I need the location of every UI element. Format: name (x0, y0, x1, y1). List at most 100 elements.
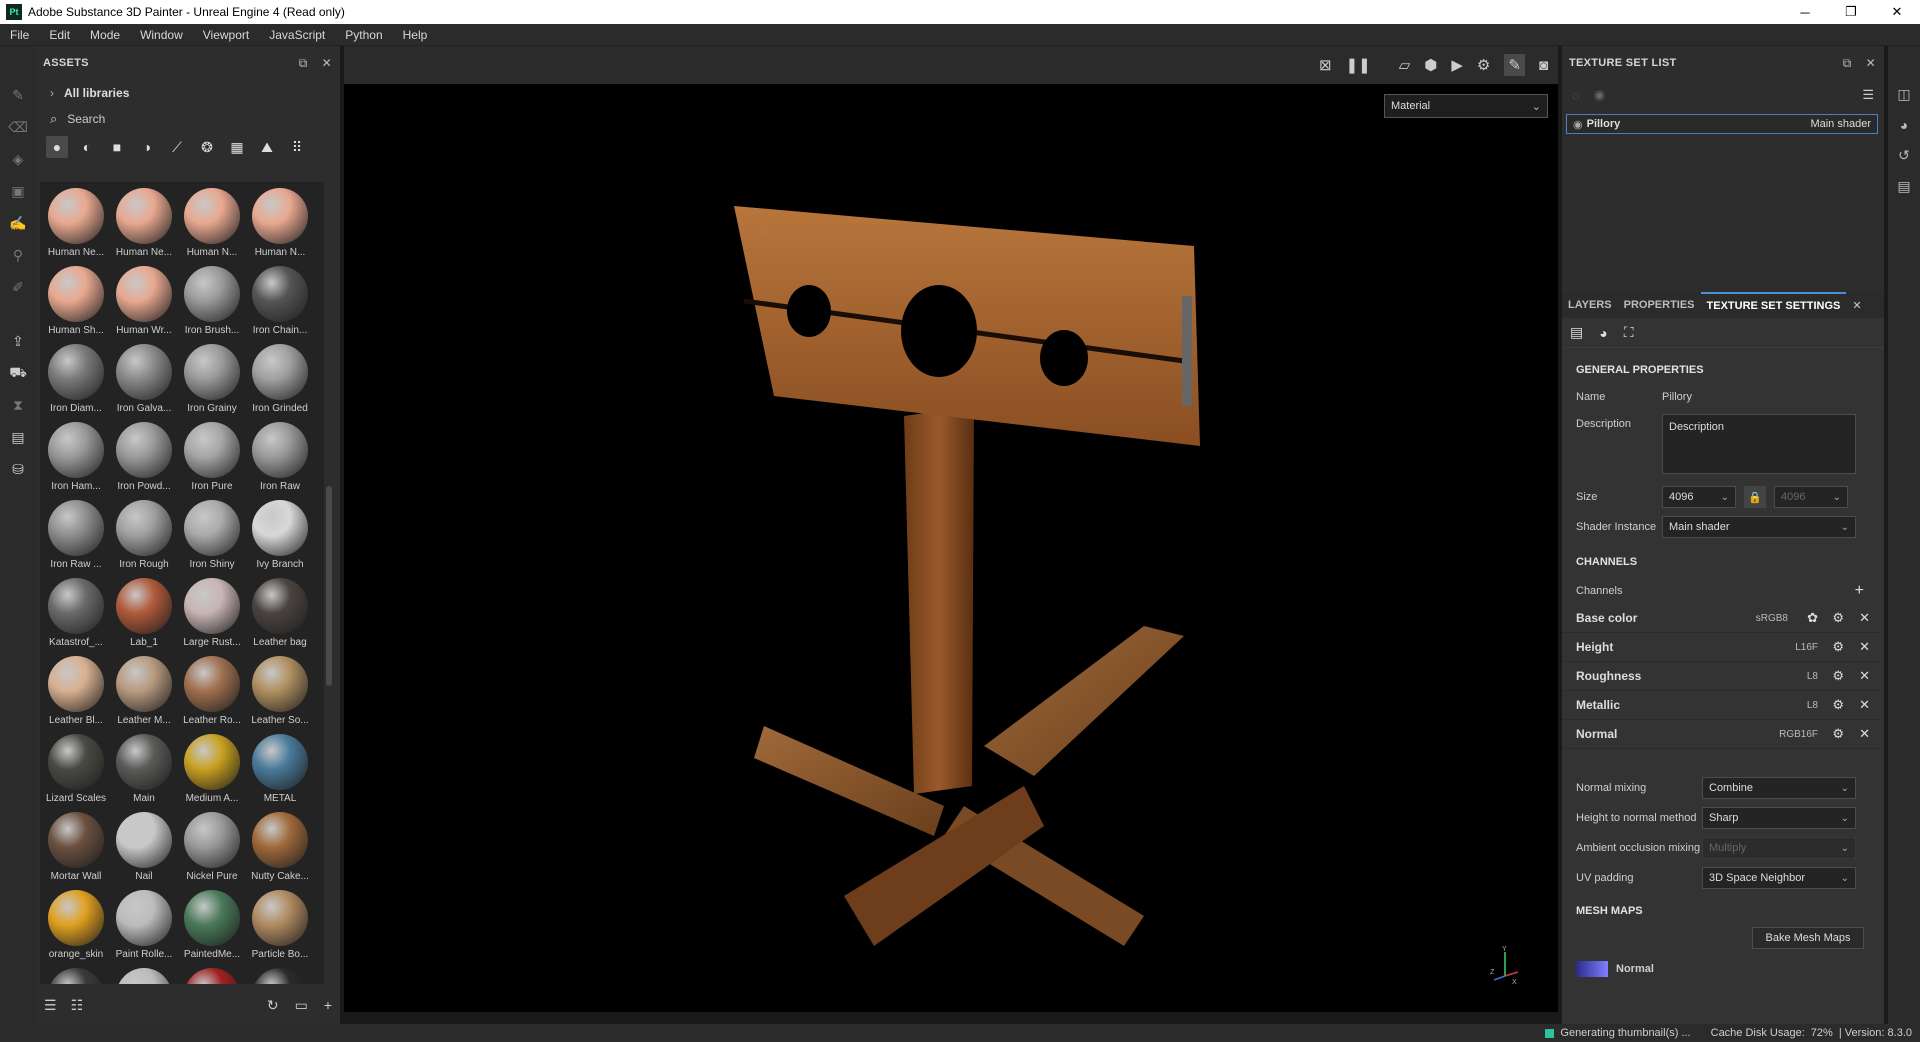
smart-masks-filter-icon[interactable]: ◑ (136, 136, 158, 158)
close-window-button[interactable]: ✕ (1874, 0, 1920, 24)
import-icon[interactable]: ⇪ (8, 332, 28, 350)
undock-icon[interactable]: ⧉ (1843, 56, 1852, 71)
menu-help[interactable]: Help (393, 28, 438, 42)
asset-tile[interactable]: Iron Diam... (42, 342, 110, 420)
channel-format[interactable]: RGB16F (1779, 729, 1818, 740)
materials-filter-icon[interactable]: ● (46, 136, 68, 158)
asset-tile[interactable]: Iron Rough (110, 498, 178, 576)
log-icon[interactable]: ▤ (1897, 178, 1910, 195)
remove-channel-icon[interactable]: ✕ (1859, 697, 1870, 713)
menu-window[interactable]: Window (130, 28, 193, 42)
shader-instance-select[interactable]: Main shader ⌄ (1662, 516, 1856, 538)
asset-tile[interactable]: Human Ne... (110, 186, 178, 264)
menu-viewport[interactable]: Viewport (193, 28, 259, 42)
asset-tile[interactable]: Mortar Wall (42, 810, 110, 888)
refresh-icon[interactable]: ↻ (267, 997, 279, 1014)
asset-tile[interactable]: Iron Galva... (110, 342, 178, 420)
remove-channel-icon[interactable]: ✕ (1859, 668, 1870, 684)
asset-tile[interactable]: Iron Chain... (246, 264, 314, 342)
channel-format[interactable]: sRGB8 (1756, 613, 1788, 624)
uv-padding-select[interactable]: 3D Space Neighbor ⌄ (1702, 867, 1856, 889)
document-icon[interactable]: ▤ (8, 428, 28, 446)
remove-channel-icon[interactable]: ✕ (1859, 726, 1870, 742)
gear-icon[interactable]: ⚙ (1832, 639, 1844, 655)
gear-icon[interactable]: ⚙ (1832, 610, 1844, 626)
gear-icon[interactable]: ⚙ (1832, 668, 1844, 684)
lock-icon[interactable]: 🔒 (1744, 486, 1766, 508)
smudge-icon[interactable]: ✍ (8, 214, 28, 232)
textures-filter-icon[interactable]: ▦ (226, 136, 248, 158)
gear-icon[interactable]: ⚙ (1832, 726, 1844, 742)
asset-tile[interactable]: Iron Powd... (110, 420, 178, 498)
close-icon[interactable]: ✕ (1866, 56, 1876, 71)
texture-set-row[interactable]: ◉ Pillory Main shader (1566, 114, 1878, 134)
add-channel-icon[interactable]: + (1855, 582, 1864, 600)
channel-row[interactable]: Normal RGB16F ⚙ ✕ (1562, 720, 1884, 749)
folder-icon[interactable]: ▭ (295, 997, 308, 1014)
asset-tile[interactable]: Iron Shiny (178, 498, 246, 576)
asset-tile[interactable]: Iron Raw ... (42, 498, 110, 576)
asset-tile[interactable]: Iron Grinded (246, 342, 314, 420)
masks-filter-icon[interactable]: ■ (106, 136, 128, 158)
channel-row[interactable]: Base color sRGB8 ✿ ⚙ ✕ (1562, 604, 1884, 633)
asset-tile[interactable]: orange_skin (42, 888, 110, 966)
material-sphere-icon[interactable]: ◕ (1599, 325, 1607, 341)
tab-texture-set-settings[interactable]: TEXTURE SET SETTINGS (1700, 292, 1847, 318)
history-icon[interactable]: ↺ (1898, 147, 1910, 164)
asset-tile[interactable]: Lab_1 (110, 576, 178, 654)
maximize-button[interactable]: ❐ (1828, 0, 1874, 24)
channel-row[interactable]: Metallic L8 ⚙ ✕ (1562, 691, 1884, 720)
asset-tile[interactable]: Nail (110, 810, 178, 888)
mesh-map-row[interactable]: Normal (1562, 957, 1884, 981)
color-profile-icon[interactable]: ✿ (1807, 610, 1818, 626)
asset-tile[interactable]: Main (110, 732, 178, 810)
menu-icon[interactable]: ☰ (1862, 87, 1874, 103)
channel-format[interactable]: L16F (1795, 642, 1818, 653)
hourglass-icon[interactable]: ⧗ (8, 396, 28, 414)
close-icon[interactable]: ✕ (322, 56, 332, 71)
display-settings-icon[interactable]: ◫ (1897, 86, 1910, 103)
height-normal-select[interactable]: Sharp ⌄ (1702, 807, 1856, 829)
asset-tile[interactable] (246, 966, 314, 984)
asset-tile[interactable]: Particle Bo... (246, 888, 314, 966)
asset-tile[interactable]: Nutty Cake... (246, 810, 314, 888)
clone-stamp-icon[interactable]: ⚲ (8, 246, 28, 264)
texture-set-icon[interactable]: ▤ (1570, 324, 1583, 341)
size-select[interactable]: 4096 ⌄ (1662, 486, 1736, 508)
description-field[interactable]: Description (1662, 414, 1856, 474)
hide-all-icon[interactable]: ◌ (1572, 88, 1580, 103)
asset-tile[interactable]: Iron Ham... (42, 420, 110, 498)
asset-tile[interactable]: Leather bag (246, 576, 314, 654)
asset-search[interactable]: ⌕ Search (36, 106, 340, 132)
menu-file[interactable]: File (0, 28, 39, 42)
particles-filter-icon[interactable]: ❂ (196, 136, 218, 158)
channel-row[interactable]: Roughness L8 ⚙ ✕ (1562, 662, 1884, 691)
asset-tile[interactable]: Large Rust... (178, 576, 246, 654)
asset-tile[interactable]: Iron Grainy (178, 342, 246, 420)
sort-icon[interactable]: ☰ (44, 997, 57, 1014)
asset-tile[interactable]: Ivy Branch (246, 498, 314, 576)
asset-tile[interactable]: Katastrof_... (42, 576, 110, 654)
asset-tile[interactable]: Paint Rolle... (110, 888, 178, 966)
bake-icon[interactable]: ⛟ (8, 364, 28, 382)
minimize-button[interactable]: ─ (1782, 0, 1828, 24)
menu-mode[interactable]: Mode (80, 28, 130, 42)
asset-tile[interactable]: Leather M... (110, 654, 178, 732)
geometry-fill-icon[interactable]: ▣ (8, 182, 28, 200)
uv-icon[interactable]: ⛶ (1624, 324, 1634, 341)
asset-tile[interactable]: Human N... (178, 186, 246, 264)
bake-mesh-maps-button[interactable]: Bake Mesh Maps (1752, 927, 1864, 949)
library-selector[interactable]: › All libraries (36, 80, 340, 106)
projection-icon[interactable]: ◈ (8, 150, 28, 168)
gear-icon[interactable]: ⚙ (1832, 697, 1844, 713)
eraser-icon[interactable]: ⌫ (8, 118, 28, 136)
tab-layers[interactable]: LAYERS (1562, 299, 1618, 311)
channel-format[interactable]: L8 (1807, 700, 1818, 711)
asset-tile[interactable]: Medium A... (178, 732, 246, 810)
asset-tile[interactable]: Nickel Pure (178, 810, 246, 888)
asset-tile[interactable] (178, 966, 246, 984)
menu-python[interactable]: Python (335, 28, 392, 42)
search-input[interactable]: Search (67, 112, 105, 126)
color-picker-icon[interactable]: ✐ (8, 278, 28, 296)
asset-tile[interactable]: Leather So... (246, 654, 314, 732)
